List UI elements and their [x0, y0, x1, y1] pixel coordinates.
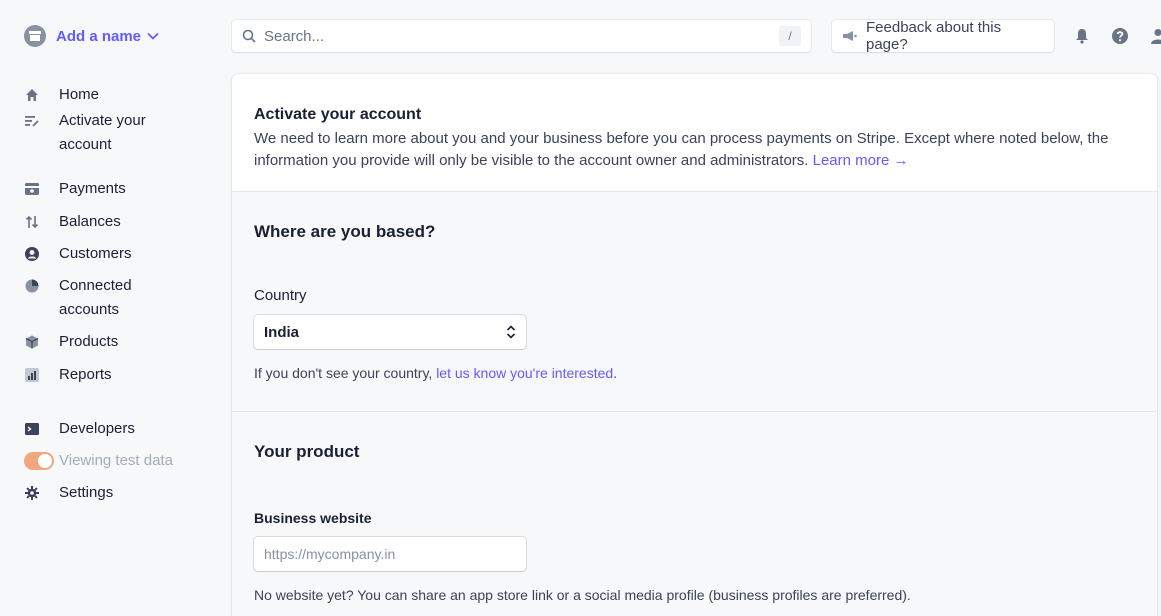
sidebar-item-label: Settings: [59, 484, 114, 501]
sidebar-item-payments[interactable]: Payments: [24, 177, 224, 201]
bell-icon[interactable]: [1070, 24, 1094, 48]
toggle-switch[interactable]: [24, 452, 54, 470]
sidebar-item-home[interactable]: Home: [24, 83, 224, 107]
account-switcher[interactable]: Add a name: [24, 22, 159, 50]
payments-icon: [24, 177, 40, 201]
learn-more-link[interactable]: Learn more →: [813, 152, 909, 169]
activation-form-card: Activate your account We need to learn m…: [232, 74, 1157, 616]
search-bar[interactable]: /: [232, 20, 811, 52]
page-title: Activate your account: [254, 106, 422, 123]
gear-icon: [24, 481, 40, 505]
sidebar-item-label: Reports: [59, 366, 112, 383]
sidebar-item-label: Connected accounts: [59, 277, 132, 318]
interest-link[interactable]: let us know you're interested: [436, 365, 613, 381]
connected-accounts-icon: [24, 274, 40, 298]
search-shortcut-key: /: [779, 26, 801, 46]
feedback-button[interactable]: Feedback about this page?: [832, 19, 1054, 53]
products-box-icon: [24, 330, 40, 354]
store-icon: [24, 25, 46, 47]
search-icon: [242, 29, 256, 43]
country-label: Country: [254, 287, 307, 304]
intro-body: We need to learn more about you and your…: [254, 130, 1109, 169]
sidebar-item-settings[interactable]: Settings: [24, 481, 224, 505]
test-data-toggle[interactable]: Viewing test data: [24, 449, 224, 473]
intro-description: We need to learn more about you and your…: [254, 128, 1133, 172]
activate-list-icon: [24, 109, 40, 133]
website-field[interactable]: [264, 546, 516, 562]
sidebar-item-products[interactable]: Products: [24, 330, 224, 354]
customer-icon: [24, 242, 40, 266]
website-hint: No website yet? You can share an app sto…: [254, 587, 911, 603]
location-heading: Where are you based?: [254, 222, 436, 241]
home-icon: [24, 83, 40, 107]
sidebar-item-label: Home: [59, 86, 100, 103]
website-label: Business website: [254, 510, 372, 526]
sidebar-item-label: Developers: [59, 420, 135, 437]
sidebar-item-label: Activate your account: [59, 112, 146, 153]
sidebar-item-customers[interactable]: Customers: [24, 242, 224, 266]
chevron-down-icon: [147, 32, 159, 40]
reports-chart-icon: [24, 363, 40, 387]
sidebar-item-balances[interactable]: Balances: [24, 210, 224, 234]
balances-arrows-icon: [24, 210, 40, 234]
user-icon[interactable]: [1146, 24, 1161, 48]
location-section: Where are you based? Country India If yo…: [232, 192, 1157, 412]
website-field-wrapper: [254, 537, 526, 571]
country-hint-text: If you don't see your country,: [254, 365, 433, 381]
sidebar-item-label: Balances: [59, 213, 121, 230]
search-input[interactable]: [264, 27, 779, 45]
intro-section: Activate your account We need to learn m…: [232, 74, 1157, 192]
megaphone-icon: [842, 30, 858, 42]
sidebar-item-reports[interactable]: Reports: [24, 363, 224, 387]
sidebar-item-activate[interactable]: Activate your account: [24, 109, 224, 157]
product-section: Your product Business website No website…: [232, 412, 1157, 616]
sidebar-item-developers[interactable]: Developers: [24, 417, 224, 441]
sidebar-item-connected[interactable]: Connected accounts: [24, 274, 224, 322]
sidebar-item-label: Payments: [59, 180, 126, 197]
country-value: India: [264, 323, 300, 341]
country-select[interactable]: India: [254, 315, 526, 349]
country-hint: If you don't see your country, let us kn…: [254, 363, 1135, 383]
select-arrows-icon: [506, 325, 516, 339]
test-data-label: Viewing test data: [59, 452, 173, 469]
sidebar: Add a name Home Activate your account Pa…: [0, 0, 232, 616]
help-icon[interactable]: [1108, 24, 1132, 48]
top-icons: [1070, 24, 1161, 48]
country-hint-suffix: .: [613, 365, 618, 381]
sidebar-item-label: Customers: [59, 245, 132, 262]
sidebar-nav: Home Activate your account Payments Bala…: [24, 83, 224, 505]
feedback-label: Feedback about this page?: [866, 19, 1002, 53]
sidebar-item-label: Products: [59, 333, 119, 350]
terminal-icon: [24, 417, 40, 441]
product-heading: Your product: [254, 442, 360, 461]
account-name: Add a name: [56, 27, 142, 45]
